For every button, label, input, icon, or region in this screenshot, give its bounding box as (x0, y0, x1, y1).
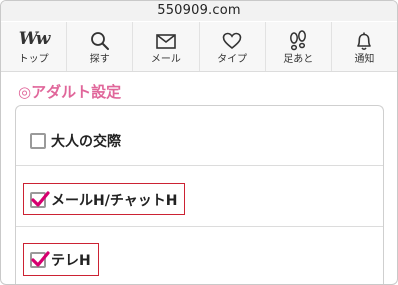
nav-item-top[interactable]: Ww トップ (1, 22, 68, 71)
ww-logo: Ww (18, 29, 51, 49)
option-tel-h[interactable]: テレH (30, 246, 91, 274)
nav-item-search[interactable]: 探す (67, 22, 134, 71)
nav-item-label: メール (150, 54, 181, 65)
nav-item-footprints[interactable]: 足あと (266, 22, 332, 71)
option-mail-chat-h[interactable]: メールH/チャットH (30, 186, 177, 214)
address-bar[interactable]: 550909.com (1, 1, 397, 21)
bell-icon (357, 32, 372, 51)
checkbox-tel-h[interactable] (30, 251, 50, 268)
phone-screen: 550909.com Ww トップ 探す メール タイプ 足あと 通知 ◎アダル… (0, 0, 398, 285)
search-icon (90, 32, 109, 50)
nav-item-label: トップ (18, 54, 49, 65)
nav-item-label: タイプ (217, 54, 248, 65)
nav-item-label: 探す (89, 54, 110, 65)
heart-icon (222, 32, 242, 50)
row-divider (16, 165, 383, 166)
nav-item-label: 足あと (283, 54, 314, 65)
footprints-icon (290, 30, 307, 51)
nav-item-type[interactable]: タイプ (200, 22, 266, 71)
checkbox-mail-chat-h[interactable] (30, 191, 50, 208)
section-title: ◎アダルト設定 (18, 83, 122, 101)
row-divider (16, 226, 383, 227)
option-label: 大人の交際 (51, 134, 121, 150)
mail-icon (156, 34, 176, 49)
nav-item-label: 通知 (354, 54, 375, 65)
option-label: テレH (51, 253, 91, 269)
option-label: メールH/チャットH (51, 193, 178, 209)
url-text: 550909.com (157, 3, 241, 18)
option-adult-dating[interactable]: 大人の交際 (30, 127, 121, 155)
top-nav: Ww トップ 探す メール タイプ 足あと 通知 (1, 22, 397, 72)
checkbox-adult-dating[interactable] (30, 133, 46, 149)
checkmark-icon (31, 191, 50, 207)
nav-item-mail[interactable]: メール (133, 22, 200, 71)
checkmark-icon (31, 251, 50, 267)
nav-item-notifications[interactable]: 通知 (332, 22, 397, 71)
